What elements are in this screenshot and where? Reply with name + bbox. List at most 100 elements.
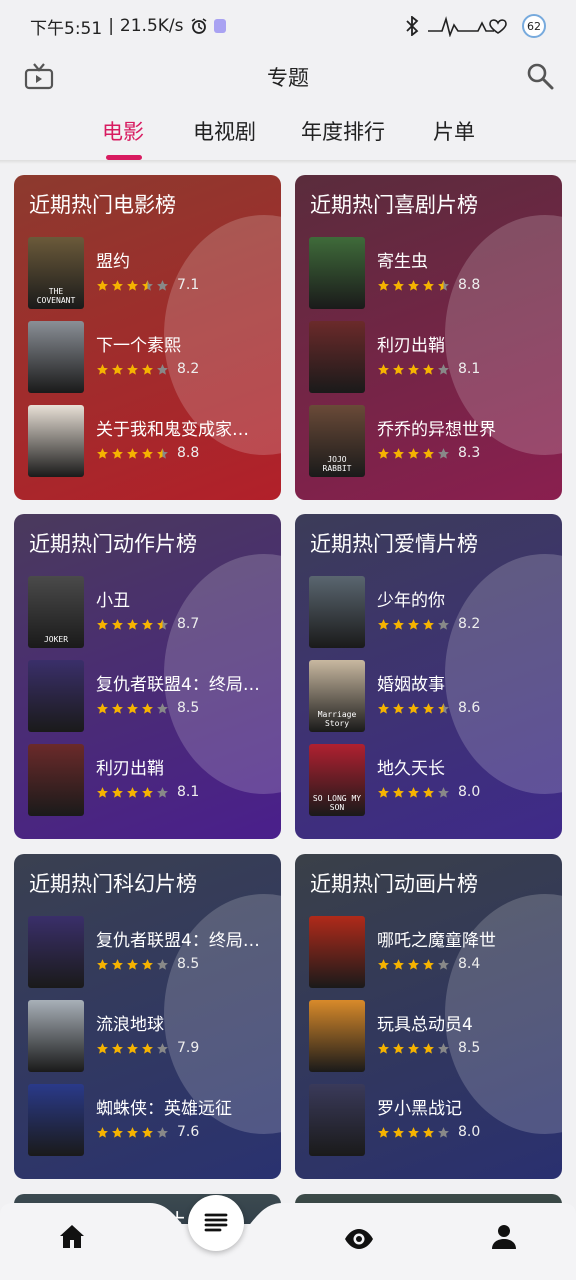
star-rating: 8.7 bbox=[96, 616, 199, 632]
movie-poster[interactable]: JOJO RABBIT bbox=[309, 405, 365, 477]
movie-poster[interactable] bbox=[28, 321, 84, 393]
movie-item[interactable]: 关于我和鬼变成家… 8.8 bbox=[28, 405, 273, 477]
movie-item[interactable]: 流浪地球 7.9 bbox=[28, 1000, 273, 1072]
star-icon bbox=[127, 786, 138, 798]
star-rating: 8.8 bbox=[377, 277, 480, 293]
movie-poster[interactable] bbox=[28, 744, 84, 816]
rating-score: 8.0 bbox=[458, 1124, 481, 1140]
star-icon bbox=[142, 618, 153, 630]
star-icon bbox=[97, 363, 108, 375]
star-icon bbox=[408, 279, 419, 291]
movie-poster[interactable] bbox=[309, 916, 365, 988]
star-icon bbox=[112, 1126, 123, 1138]
star-icon bbox=[157, 279, 168, 291]
list-button[interactable] bbox=[188, 1195, 244, 1251]
eye-icon[interactable] bbox=[343, 1223, 375, 1255]
star-icon bbox=[97, 1126, 108, 1138]
star-icon bbox=[112, 363, 123, 375]
star-icon bbox=[97, 447, 108, 459]
star-icon bbox=[408, 1042, 419, 1054]
star-icon bbox=[112, 447, 123, 459]
movie-item[interactable]: 利刃出鞘 8.1 bbox=[309, 321, 554, 393]
movie-item[interactable]: 玩具总动员4 8.5 bbox=[309, 1000, 554, 1072]
star-rating: 8.3 bbox=[377, 445, 480, 461]
movie-item[interactable]: 复仇者联盟4：终局… 8.5 bbox=[28, 660, 273, 732]
star-icon bbox=[423, 363, 434, 375]
topic-card[interactable]: 近期热门电影榜 THE COVENANT 盟约 7.1 下一个素熙 8.2 关于我和鬼变成家… bbox=[14, 175, 281, 500]
search-icon[interactable] bbox=[526, 62, 554, 90]
movie-poster[interactable] bbox=[309, 321, 365, 393]
movie-item[interactable]: 下一个素熙 8.2 bbox=[28, 321, 273, 393]
star-icon bbox=[157, 1126, 168, 1138]
category-tabs: 电影 电视剧 年度排行 片单 bbox=[0, 108, 576, 160]
tv-icon[interactable] bbox=[24, 62, 54, 92]
star-icon bbox=[378, 1126, 389, 1138]
movie-poster[interactable] bbox=[28, 405, 84, 477]
movie-poster[interactable]: JOKER bbox=[28, 576, 84, 648]
movie-poster[interactable] bbox=[28, 1084, 84, 1156]
topic-card[interactable]: 近期热门科幻片榜复仇者联盟4：终局… 8.5 流浪地球 7.9 蜘蛛侠：英雄远征 7.6 bbox=[14, 854, 281, 1179]
movie-item[interactable]: 寄生虫 8.8 bbox=[309, 237, 554, 309]
star-icon bbox=[438, 279, 449, 291]
movie-poster[interactable]: Marriage Story bbox=[309, 660, 365, 732]
movie-item[interactable]: 蜘蛛侠：英雄远征 7.6 bbox=[28, 1084, 273, 1156]
star-icon bbox=[438, 786, 449, 798]
profile-icon[interactable] bbox=[488, 1221, 520, 1253]
star-icon bbox=[408, 958, 419, 970]
movie-name: 利刃出鞘 bbox=[377, 336, 445, 356]
movie-name: 少年的你 bbox=[377, 591, 445, 611]
movie-item[interactable]: 哪吒之魔童降世 8.4 bbox=[309, 916, 554, 988]
movie-poster[interactable] bbox=[309, 1084, 365, 1156]
star-rating: 8.0 bbox=[377, 1124, 480, 1140]
topic-card[interactable]: 近期热门动作片榜 JOKER 小丑 8.7 复仇者联盟4：终局… 8.5 利刃出鞘 8.1 bbox=[14, 514, 281, 839]
movie-poster[interactable] bbox=[309, 576, 365, 648]
star-icon bbox=[97, 786, 108, 798]
movie-item[interactable]: JOKER 小丑 8.7 bbox=[28, 576, 273, 648]
movie-item[interactable]: THE COVENANT 盟约 7.1 bbox=[28, 237, 273, 309]
movie-item[interactable]: SO LONG MY SON 地久天长 8.0 bbox=[309, 744, 554, 816]
star-icon bbox=[408, 363, 419, 375]
tab-movies[interactable]: 电影 bbox=[102, 116, 144, 146]
app-notification-icon bbox=[213, 19, 226, 33]
list-icon bbox=[204, 1213, 228, 1232]
rating-score: 7.1 bbox=[177, 277, 200, 293]
movie-item[interactable]: 利刃出鞘 8.1 bbox=[28, 744, 273, 816]
star-icon bbox=[112, 279, 123, 291]
movie-item[interactable]: Marriage Story 婚姻故事 8.6 bbox=[309, 660, 554, 732]
topic-card[interactable]: 近期热门喜剧片榜 寄生虫 8.8 利刃出鞘 8.1 JOJO RABBIT 乔乔的异想世界 8… bbox=[295, 175, 562, 500]
rating-score: 8.5 bbox=[177, 700, 200, 716]
tab-playlists[interactable]: 片单 bbox=[433, 116, 475, 146]
movie-poster[interactable] bbox=[309, 1000, 365, 1072]
movie-item[interactable]: 少年的你 8.2 bbox=[309, 576, 554, 648]
star-icon bbox=[378, 363, 389, 375]
movie-poster[interactable] bbox=[28, 916, 84, 988]
movie-poster[interactable] bbox=[309, 237, 365, 309]
movie-item[interactable]: 罗小黑战记 8.0 bbox=[309, 1084, 554, 1156]
battery-indicator: 62 bbox=[522, 14, 546, 38]
tab-annual-ranking[interactable]: 年度排行 bbox=[301, 116, 385, 146]
tab-tv-series[interactable]: 电视剧 bbox=[193, 116, 256, 146]
poster-title-text: SO LONG MY SON bbox=[312, 794, 362, 812]
topic-card[interactable]: 近期热门爱情片榜 少年的你 8.2 Marriage Story 婚姻故事 8.6 SO L… bbox=[295, 514, 562, 839]
star-icon bbox=[157, 1042, 168, 1054]
movie-poster[interactable] bbox=[28, 660, 84, 732]
movie-item[interactable]: JOJO RABBIT 乔乔的异想世界 8.3 bbox=[309, 405, 554, 477]
home-icon[interactable] bbox=[56, 1221, 88, 1253]
rating-score: 8.4 bbox=[458, 956, 481, 972]
star-icon bbox=[393, 1042, 404, 1054]
star-icon bbox=[378, 1042, 389, 1054]
star-icon bbox=[127, 958, 138, 970]
movie-name: 罗小黑战记 bbox=[377, 1099, 462, 1119]
star-icon bbox=[378, 279, 389, 291]
movie-poster[interactable]: THE COVENANT bbox=[28, 237, 84, 309]
heartbeat-icon bbox=[428, 16, 507, 37]
movie-poster[interactable] bbox=[28, 1000, 84, 1072]
movie-name: 地久天长 bbox=[377, 759, 445, 779]
star-rating: 8.5 bbox=[377, 1040, 480, 1056]
movie-name: 流浪地球 bbox=[96, 1015, 164, 1035]
movie-poster[interactable]: SO LONG MY SON bbox=[309, 744, 365, 816]
movie-item[interactable]: 复仇者联盟4：终局… 8.5 bbox=[28, 916, 273, 988]
battery-level: 62 bbox=[527, 19, 541, 33]
card-title: 近期热门科幻片榜 bbox=[29, 872, 197, 896]
topic-card[interactable]: 近期热门动画片榜 哪吒之魔童降世 8.4 玩具总动员4 8.5 罗小黑战记 8.0 bbox=[295, 854, 562, 1179]
